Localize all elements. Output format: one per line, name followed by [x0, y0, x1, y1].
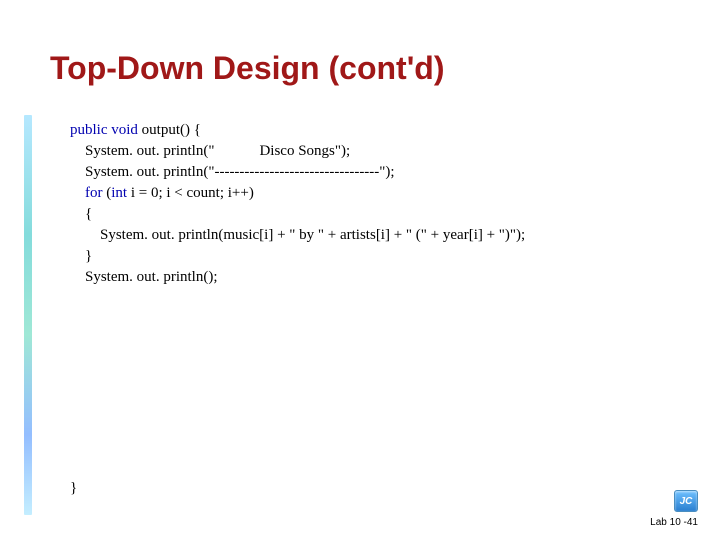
code-l7: } [70, 248, 92, 264]
code-l8: System. out. println(); [70, 269, 218, 285]
code-block: public void output() { System. out. prin… [70, 120, 525, 288]
code-l4d: i = 0; i < count; i++) [127, 185, 254, 201]
code-l1b: output() { [138, 122, 201, 138]
code-l6: System. out. println(music[i] + " by " +… [70, 227, 525, 243]
code-l2: System. out. println(" Disco Songs"); [70, 143, 350, 159]
closing-brace: } [70, 480, 77, 497]
code-l4b: ( [103, 185, 112, 201]
kw-int: int [111, 185, 127, 201]
logo-badge: JC [674, 490, 698, 512]
footer-label: Lab 10 -41 [650, 517, 698, 528]
slide-title: Top-Down Design (cont'd) [50, 50, 445, 87]
code-l3: System. out. println("------------------… [70, 164, 395, 180]
kw-public-void: public void [70, 122, 138, 138]
kw-for: for [70, 185, 103, 201]
code-l5: { [70, 206, 92, 222]
left-accent-bar [24, 115, 32, 515]
